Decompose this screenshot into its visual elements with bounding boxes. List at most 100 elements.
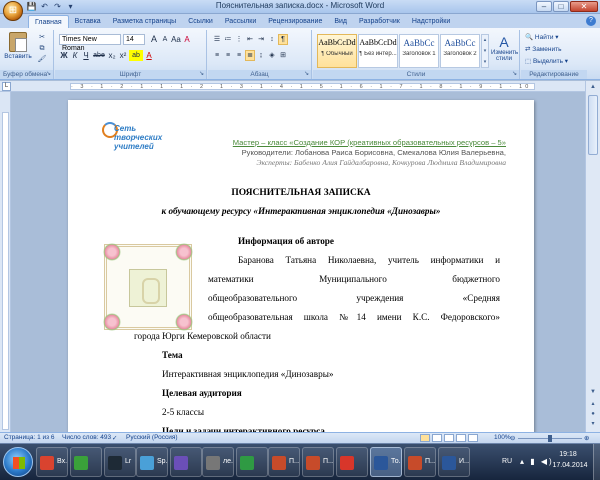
superscript-button[interactable]: x² [118, 50, 128, 61]
minimize-button[interactable]: – [536, 1, 552, 12]
bullets-icon[interactable]: ☰ [212, 34, 222, 45]
cut-icon[interactable]: ✂ [36, 34, 48, 42]
copy-icon[interactable]: ⧉ [36, 45, 48, 53]
taskbar-item-3[interactable]: Sp... [136, 447, 168, 477]
keyboard-language[interactable]: RU [502, 458, 512, 465]
tab-8[interactable]: Надстройки [406, 15, 456, 28]
clear-format-button[interactable]: A [182, 34, 192, 45]
justify-icon[interactable]: ≣ [245, 50, 255, 61]
decrease-indent-icon[interactable]: ⇤ [245, 34, 255, 45]
select-button[interactable]: ⬚ Выделить ▾ [525, 57, 568, 65]
outline-view-icon[interactable] [456, 434, 466, 442]
shading-icon[interactable]: ◈ [267, 50, 277, 61]
tab-4[interactable]: Рассылки [219, 15, 262, 28]
grow-font-button[interactable]: A [149, 34, 159, 45]
subscript-button[interactable]: x₂ [107, 50, 117, 61]
numbering-icon[interactable]: ≔ [223, 34, 233, 45]
increase-indent-icon[interactable]: ⇥ [256, 34, 266, 45]
tab-2[interactable]: Разметка страницы [107, 15, 183, 28]
taskbar-item-2[interactable]: Lr [104, 447, 136, 477]
tab-5[interactable]: Рецензирование [262, 15, 328, 28]
align-right-icon[interactable]: ≡ [234, 50, 244, 61]
next-page-icon[interactable]: ▾ [587, 419, 599, 430]
spellcheck-icon[interactable]: ✓ [112, 434, 117, 442]
tab-0[interactable]: Главная [28, 15, 69, 28]
styles-launcher-icon[interactable]: ↘ [511, 71, 518, 78]
show-desktop-button[interactable] [593, 444, 600, 480]
font-size-field[interactable]: 14 [123, 34, 145, 45]
header-masterclass-link[interactable]: Мастер – класс «Создание КОР (креативных… [233, 138, 506, 147]
clipboard-launcher-icon[interactable]: ↘ [45, 71, 52, 78]
word-count[interactable]: Число слов: 493 [62, 434, 111, 441]
style-item-1[interactable]: AaBbCcDd ¶ Без интер... [358, 34, 398, 68]
language-indicator[interactable]: Русский (Россия) [126, 434, 178, 441]
change-styles-button[interactable]: A Изменить стили [491, 34, 518, 68]
bold-button[interactable]: Ж [59, 50, 69, 61]
taskbar-item-12[interactable]: И... [438, 447, 470, 477]
change-case-button[interactable]: Aa [171, 34, 181, 45]
zoom-out-icon[interactable]: ⊖ [510, 434, 515, 442]
style-item-0[interactable]: AaBbCcDd ¶ Обычный [317, 34, 357, 68]
font-name-field[interactable]: Times New Roman [59, 34, 121, 52]
taskbar-item-5[interactable]: ле... [202, 447, 234, 477]
scroll-down-icon[interactable]: ▼ [587, 387, 599, 398]
font-color-button[interactable]: A [144, 50, 154, 61]
style-item-2[interactable]: AaBbCc Заголовок 1 [399, 34, 439, 68]
start-button[interactable] [3, 447, 33, 477]
vertical-scrollbar[interactable]: ▲ ▼ ▴ ● ▾ [585, 81, 600, 432]
taskbar-item-11[interactable]: П... [404, 447, 436, 477]
format-painter-icon[interactable]: 🖌 [36, 56, 48, 64]
clock-date[interactable]: 17.04.2014 [550, 462, 590, 469]
full-screen-view-icon[interactable] [432, 434, 442, 442]
maximize-button[interactable]: □ [553, 1, 569, 12]
find-button[interactable]: 🔍 Найти ▾ [525, 33, 559, 41]
taskbar-item-10[interactable]: То... [370, 447, 402, 477]
line-spacing-icon[interactable]: ↨ [256, 50, 266, 61]
font-launcher-icon[interactable]: ↘ [198, 71, 205, 78]
align-center-icon[interactable]: ≡ [223, 50, 233, 61]
tab-6[interactable]: Вид [328, 15, 353, 28]
help-icon[interactable]: ? [586, 16, 596, 26]
show-marks-icon[interactable]: ¶ [278, 34, 288, 45]
clock-time[interactable]: 19:18 [550, 451, 586, 458]
taskbar-item-7[interactable]: П... [268, 447, 300, 477]
draft-view-icon[interactable] [468, 434, 478, 442]
web-view-icon[interactable] [444, 434, 454, 442]
style-item-3[interactable]: AaBbCc Заголовок 2 [440, 34, 480, 68]
replace-button[interactable]: ⇄ Заменить [525, 45, 561, 53]
tab-3[interactable]: Ссылки [182, 15, 219, 28]
strikethrough-button[interactable]: abe [92, 50, 106, 61]
borders-icon[interactable]: ⊞ [278, 50, 288, 61]
styles-scroll[interactable]: ▴ ▾ ▾ [481, 34, 489, 68]
zoom-level[interactable]: 100% [494, 434, 511, 441]
taskbar-item-1[interactable] [70, 447, 102, 477]
horizontal-ruler[interactable]: L · 3 · 1 · 2 · 1 · 1 · 1 · 2 · 1 · 3 · … [0, 81, 585, 92]
zoom-in-icon[interactable]: ⊕ [584, 434, 589, 442]
tab-7[interactable]: Разработчик [353, 15, 406, 28]
highlight-button[interactable]: ab [129, 50, 143, 61]
paragraph-launcher-icon[interactable]: ↘ [303, 71, 310, 78]
tab-stop-selector[interactable]: L [2, 82, 11, 91]
print-layout-view-icon[interactable] [420, 434, 430, 442]
sort-icon[interactable]: ↕ [267, 34, 277, 45]
scroll-thumb[interactable] [588, 95, 598, 155]
taskbar-item-6[interactable] [236, 447, 268, 477]
scroll-up-icon[interactable]: ▲ [587, 82, 599, 93]
office-button[interactable]: ⊞ [3, 1, 23, 21]
document-area[interactable]: Сеть творческих учителей Мастер – класс … [11, 92, 585, 432]
shrink-font-button[interactable]: A [160, 34, 170, 45]
close-button[interactable]: ✕ [570, 1, 598, 12]
vertical-ruler[interactable] [0, 92, 11, 432]
tray-icons[interactable]: ▴ ▮ ◀) [520, 457, 554, 466]
multilevel-list-icon[interactable]: ⋮ [234, 34, 244, 45]
paste-button[interactable]: Вставить [4, 32, 32, 66]
italic-button[interactable]: К [70, 50, 80, 61]
taskbar-item-0[interactable]: Вх... [36, 447, 68, 477]
taskbar-item-9[interactable] [336, 447, 368, 477]
document-page[interactable]: Сеть творческих учителей Мастер – класс … [68, 100, 534, 432]
taskbar-item-4[interactable] [170, 447, 202, 477]
zoom-slider-knob[interactable] [548, 435, 552, 442]
tab-1[interactable]: Вставка [69, 15, 107, 28]
taskbar-item-8[interactable]: П... [302, 447, 334, 477]
underline-button[interactable]: Ч [81, 50, 91, 61]
